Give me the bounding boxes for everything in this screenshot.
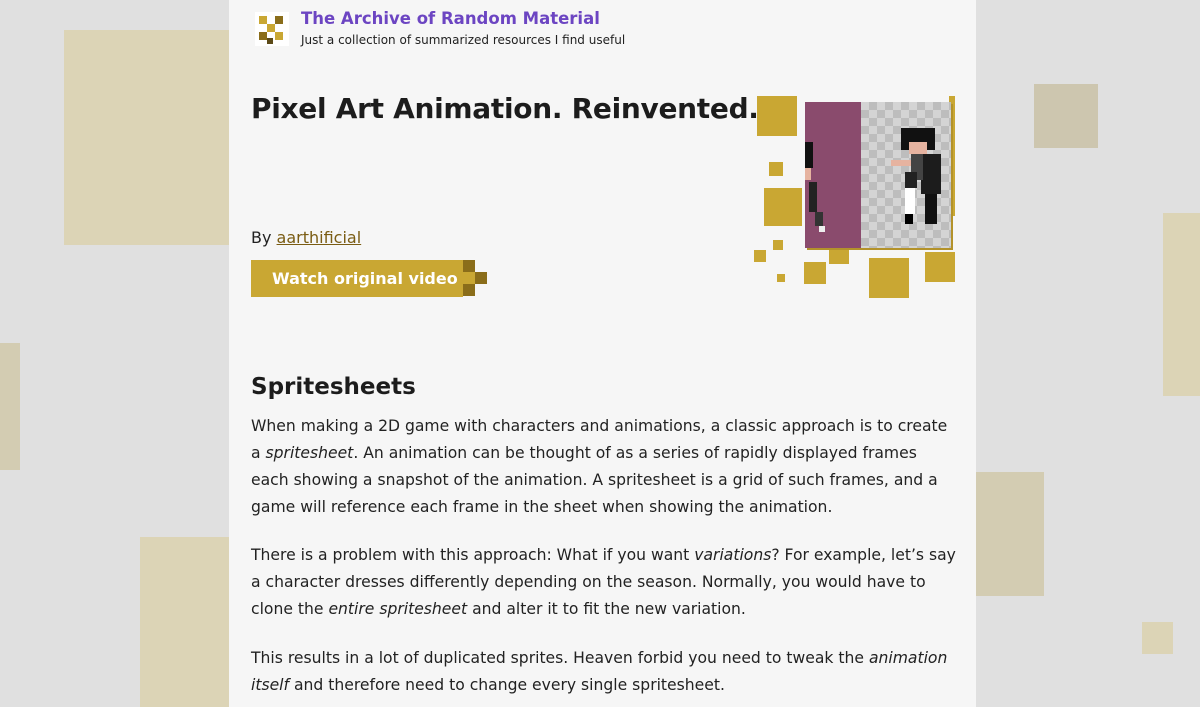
byline: By aarthificial bbox=[251, 228, 361, 247]
page-title: Pixel Art Animation. Reinvented. bbox=[251, 92, 759, 125]
content-column: The Archive of Random Material Just a co… bbox=[229, 0, 976, 707]
paragraph: This results in a lot of duplicated spri… bbox=[251, 645, 956, 699]
byline-prefix: By bbox=[251, 228, 272, 247]
paragraph-text: This results in a lot of duplicated spri… bbox=[251, 649, 869, 667]
bg-square bbox=[1034, 84, 1098, 148]
bg-square bbox=[0, 343, 20, 470]
watch-video-button[interactable]: Watch original video bbox=[251, 260, 487, 297]
paragraph-text: and alter it to fit the new variation. bbox=[467, 600, 746, 618]
author-link[interactable]: aarthificial bbox=[277, 228, 362, 247]
site-title-link[interactable]: The Archive of Random Material bbox=[301, 9, 600, 28]
paragraph-text: There is a problem with this approach: W… bbox=[251, 546, 695, 564]
bg-square bbox=[1142, 622, 1173, 654]
bg-square bbox=[976, 472, 1044, 596]
paragraph: There is a problem with this approach: W… bbox=[251, 542, 956, 623]
bg-square bbox=[64, 30, 230, 245]
site-tagline: Just a collection of summarized resource… bbox=[301, 33, 626, 47]
emphasized-text: variations bbox=[694, 546, 772, 564]
bg-square bbox=[1163, 213, 1200, 396]
paragraph: When making a 2D game with characters an… bbox=[251, 413, 956, 521]
paragraph-text: . An animation can be thought of as a se… bbox=[251, 444, 938, 516]
emphasized-text: spritesheet bbox=[265, 444, 354, 462]
spritesheet-frame bbox=[805, 102, 951, 248]
paragraph-text: and therefore need to change every singl… bbox=[289, 676, 725, 694]
watch-video-label: Watch original video bbox=[272, 269, 458, 288]
emphasized-text: entire spritesheet bbox=[328, 600, 468, 618]
bg-square bbox=[140, 537, 230, 707]
section-heading: Spritesheets bbox=[251, 374, 416, 400]
pixel-logo-icon[interactable] bbox=[255, 12, 289, 46]
pixel-sprite-illustration bbox=[749, 92, 959, 302]
